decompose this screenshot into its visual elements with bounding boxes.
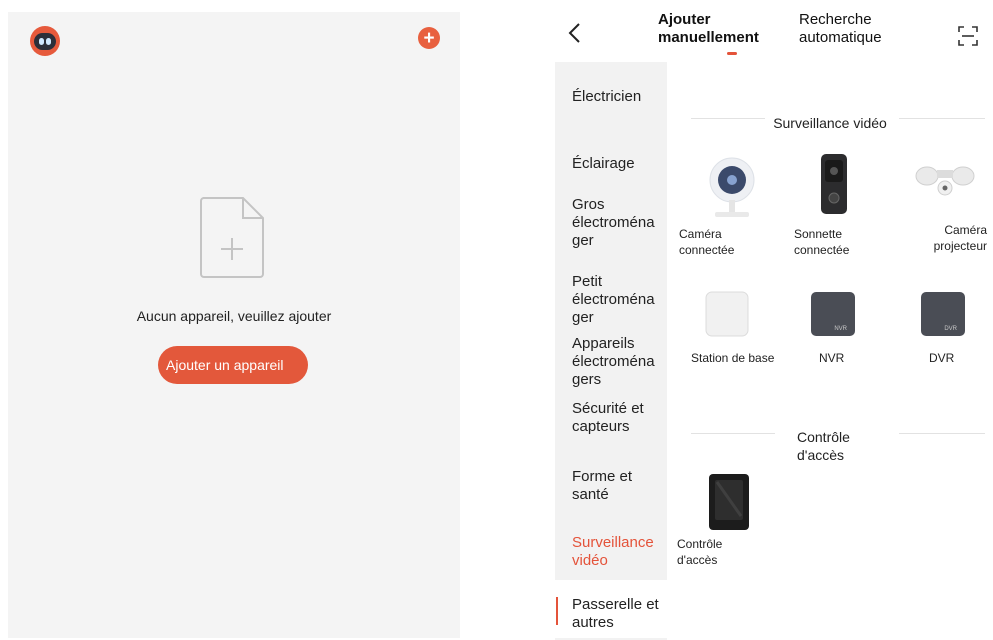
sidebar-item-label: Surveillance [572,534,654,551]
sidebar-item-surveillance-video[interactable]: Surveillance vidéo [572,534,667,570]
device-dvr[interactable]: DVR [929,350,954,366]
sidebar-item-label: électroména [572,291,655,308]
nvr-image[interactable]: NVR [809,290,857,338]
access-control-image[interactable] [705,472,753,532]
add-device-screen: Ajouter manuellement Recherche automatiq… [555,0,993,640]
sidebar-item-label: gers [572,371,602,388]
device-label: NVR [819,351,845,365]
sidebar-item-label: vidéo [572,552,608,569]
section-title-line: d'accès [797,447,845,463]
device-label: connectée [679,243,735,257]
sidebar-item-gros-electromenager[interactable]: Gros électroména ger [572,196,667,250]
section-divider [899,118,985,119]
sidebar-item-electricien[interactable]: Électricien [572,88,667,106]
sidebar-item-eclairage[interactable]: Éclairage [572,155,667,173]
sidebar-item-passerelle-autres[interactable]: Passerelle et autres [572,596,667,632]
home-screen: + Aucun appareil, veuillez ajouter Ajout… [8,12,460,638]
tab-label-line1: Ajouter [658,11,711,28]
empty-file-icon [200,197,264,278]
sidebar-item-label: Électricien [572,88,642,105]
sidebar-item-label: Petit [572,273,603,290]
sidebar-item-label: capteurs [572,418,630,435]
section-divider [691,118,765,119]
device-connected-camera[interactable]: Caméra connectée [679,226,734,258]
robot-face-icon [34,32,56,50]
base-station-image[interactable] [704,290,750,338]
device-access-control[interactable]: Contrôle d'accès [677,536,722,568]
section-title-line: Contrôle [797,429,850,445]
sidebar-item-label: Gros [572,196,605,213]
active-category-marker [556,597,558,625]
sidebar-item-label: santé [572,486,609,503]
device-connected-doorbell[interactable]: Sonnette connectée [794,226,849,258]
scan-icon[interactable] [958,26,978,46]
active-tab-indicator [727,52,737,55]
section-divider [899,433,985,434]
empty-message: Aucun appareil, veuillez ajouter [136,308,332,324]
sidebar-item-label: ger [572,309,594,326]
device-label: Caméra [679,227,722,241]
device-label: Caméra [944,223,987,237]
sidebar-item-label: Sécurité et [572,400,644,417]
sidebar-item-label: autres [572,614,614,631]
tab-label-line1: Recherche [799,11,872,28]
sidebar-item-petit-electromenager[interactable]: Petit électroména ger [572,273,667,327]
tab-auto-search[interactable]: Recherche automatique [799,11,882,47]
dvr-badge: DVR [944,326,957,332]
section-divider [691,433,775,434]
device-label: Contrôle [677,537,723,551]
device-label: Station de base [691,351,775,365]
connected-camera-image[interactable] [707,154,757,220]
sidebar-item-forme-sante[interactable]: Forme et santé [572,468,667,504]
device-label: DVR [929,351,955,365]
sidebar-item-securite-capteurs[interactable]: Sécurité et capteurs [572,400,667,436]
sidebar-item-label: ger [572,232,594,249]
device-label: d'accès [677,553,718,567]
sidebar-item-appareils-electromenagers[interactable]: Appareils électroména gers [572,335,667,389]
sidebar-item-label: Éclairage [572,155,635,172]
sidebar-item-label: Appareils [572,335,635,352]
connected-doorbell-image[interactable] [817,152,851,216]
dvr-image[interactable]: DVR [919,290,967,338]
device-catalog: Surveillance vidéo Caméra connectée Sonn… [667,62,993,640]
sidebar-item-label: électroména [572,353,655,370]
device-base-station[interactable]: Station de base [691,350,774,366]
category-sidebar: Électricien Éclairage Gros électroména g… [555,62,667,640]
add-device-button[interactable]: Ajouter un appareil [158,346,308,384]
device-label: connectée [794,243,850,257]
section-title-access: Contrôle d'accès [797,428,867,464]
section-title-video: Surveillance vidéo [773,115,887,131]
tab-add-manually[interactable]: Ajouter manuellement [658,11,759,47]
top-bar: Ajouter manuellement Recherche automatiq… [555,0,993,62]
device-nvr[interactable]: NVR [819,350,844,366]
avatar[interactable] [30,26,60,56]
sidebar-item-label: électroména [572,214,655,231]
sidebar-item-label: Passerelle et [572,596,659,613]
device-label: projecteur [933,239,987,253]
nvr-badge: NVR [834,326,847,332]
back-arrow-icon[interactable] [567,22,583,44]
sidebar-item-label: Forme et [572,468,633,485]
floodlight-camera-image[interactable] [913,162,977,202]
add-icon[interactable]: + [418,27,440,49]
tab-label-line2: automatique [799,29,882,46]
device-label: Sonnette [794,227,843,241]
tab-label-line2: manuellement [658,29,759,46]
device-floodlight-camera[interactable]: Caméra projecteur [925,222,987,254]
